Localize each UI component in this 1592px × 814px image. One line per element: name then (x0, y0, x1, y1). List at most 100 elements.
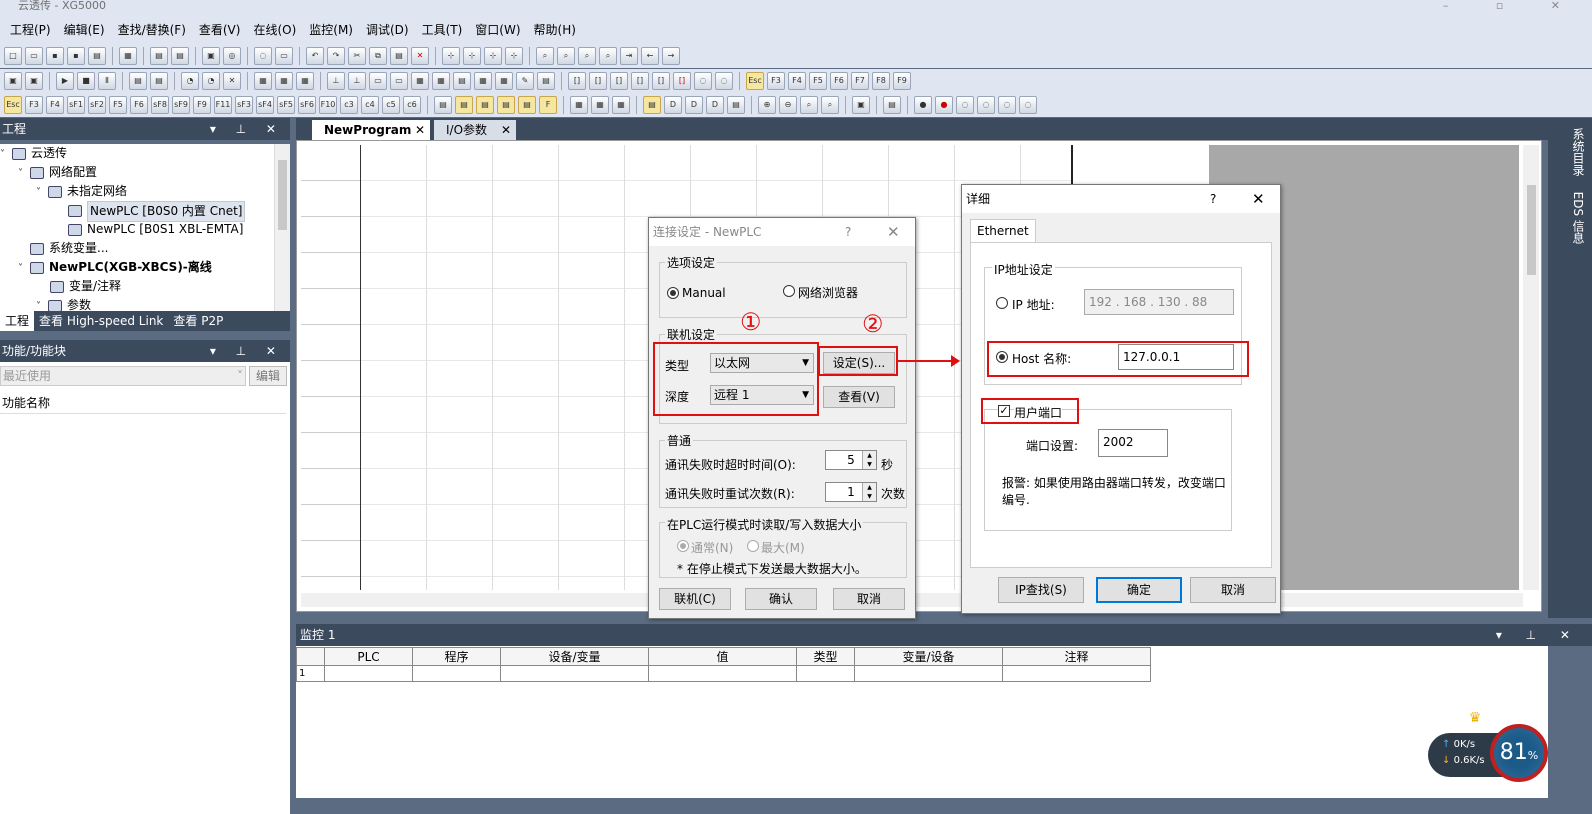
bracket-1-icon[interactable]: [] (568, 72, 586, 90)
window-controls[interactable]: – ▫ ✕ (1443, 0, 1582, 12)
menu-online[interactable]: 在线(O) (253, 21, 296, 38)
view-1-icon[interactable]: ▤ (434, 96, 452, 114)
detail-cancel-button[interactable]: 取消 (1190, 577, 1276, 603)
doc-1-icon[interactable]: ▤ (643, 96, 661, 114)
col-type[interactable]: 类型 (796, 647, 855, 666)
col-variable-device[interactable]: 变量/设备 (854, 647, 1003, 666)
ladder-key-9[interactable]: F9 (193, 96, 211, 114)
people-4-icon[interactable]: ◌ (1019, 96, 1037, 114)
layout-icon[interactable]: ▦ (432, 72, 450, 90)
run-icon[interactable]: ▶ (56, 72, 74, 90)
tb2-key-3[interactable]: F5 (809, 72, 827, 90)
network-browser-radio[interactable] (783, 285, 795, 297)
ok-button[interactable]: 确定 (1096, 577, 1182, 603)
col-plc[interactable]: PLC (324, 647, 413, 666)
goto-line-icon[interactable]: ⇥ (620, 47, 638, 65)
label-icon[interactable]: ▭ (275, 47, 293, 65)
ladder-key-2[interactable]: F4 (46, 96, 64, 114)
write-icon[interactable]: ▤ (150, 72, 168, 90)
confirm-button[interactable]: 确认 (745, 588, 817, 610)
function-filter-select[interactable]: 最近使用 ˅ (0, 366, 246, 386)
copy-icon[interactable]: ⧉ (369, 47, 387, 65)
tb2-key-7[interactable]: F9 (893, 72, 911, 90)
box-icon[interactable]: ▭ (369, 72, 387, 90)
ladder-key-13[interactable]: sF5 (277, 96, 295, 114)
sheet-icon[interactable]: ▤ (537, 72, 555, 90)
panel-controls-3[interactable]: ▾ ⊥ ✕ (1496, 624, 1580, 646)
find-device-icon[interactable]: ⌕ (578, 47, 596, 65)
tree-item-system-vars[interactable]: 系统变量... (30, 239, 108, 258)
comment-icon[interactable]: ◌ (254, 47, 272, 65)
ladder-key-0[interactable]: Esc (4, 96, 22, 114)
log-icon[interactable]: ▤ (883, 96, 901, 114)
tree-item-plc-emta[interactable]: NewPLC [B0S1 XBL-EMTA] (68, 220, 243, 239)
view-6-icon[interactable]: F (539, 96, 557, 114)
edit-icon[interactable]: ▭ (390, 72, 408, 90)
compile-icon[interactable]: ▦ (254, 72, 272, 90)
tab-high-speed-link[interactable]: 查看 High-speed Link (34, 311, 168, 331)
save-icon[interactable]: ▪ (46, 47, 64, 65)
paste-icon[interactable]: ▤ (390, 47, 408, 65)
timeout-stepper[interactable]: 5 ▲ ▼ (825, 450, 877, 470)
bracket-4-icon[interactable]: [] (631, 72, 649, 90)
tree-item-parameters[interactable]: ˅ 参数 (36, 296, 91, 311)
menu-view[interactable]: 查看(V) (199, 21, 241, 38)
pencil-icon[interactable]: ✎ (516, 72, 534, 90)
help-icon[interactable]: ? (1210, 185, 1216, 213)
list-icon[interactable]: ▤ (453, 72, 471, 90)
target-icon[interactable]: ◎ (223, 47, 241, 65)
forward-icon[interactable]: → (662, 47, 680, 65)
ladder-key-1[interactable]: F3 (25, 96, 43, 114)
menu-tools[interactable]: 工具(T) (422, 21, 463, 38)
tree-item-plc-offline[interactable]: ˅ NewPLC(XGB-XBCS)-离线 (18, 258, 212, 277)
cut-icon[interactable]: ✂ (348, 47, 366, 65)
memory-usage-gauge[interactable]: 81% (1490, 724, 1548, 782)
doc-4-icon[interactable]: D (706, 96, 724, 114)
zoom-fit-icon[interactable]: ⌕ (800, 96, 818, 114)
disconnect-icon[interactable]: ▣ (25, 72, 43, 90)
pause-icon[interactable]: Ⅱ (98, 72, 116, 90)
replace-icon[interactable]: ⌕ (599, 47, 617, 65)
new-file-icon[interactable]: □ (4, 47, 22, 65)
tree-item-plc-cnet[interactable]: NewPLC [B0S0 内置 Cnet] (68, 201, 246, 222)
ladder-key-11[interactable]: sF3 (235, 96, 253, 114)
back-icon[interactable]: ← (641, 47, 659, 65)
tb2-key-6[interactable]: F8 (872, 72, 890, 90)
ladder-key-6[interactable]: F6 (130, 96, 148, 114)
ip-address-radio[interactable] (996, 297, 1008, 309)
table-view-3-icon[interactable]: ▦ (612, 96, 630, 114)
tab-p2p[interactable]: 查看 P2P (168, 311, 228, 331)
close-icon[interactable]: ✕ (1252, 185, 1265, 213)
ip-find-button[interactable]: IP查找(S) (998, 577, 1084, 603)
doc-2-icon[interactable]: D (664, 96, 682, 114)
tab-io-params[interactable]: I/O参数 ✕ (434, 120, 516, 140)
chip-icon[interactable]: ▣ (202, 47, 220, 65)
stop-icon[interactable]: ■ (77, 72, 95, 90)
view-2-icon[interactable]: ▤ (455, 96, 473, 114)
tb2-key-4[interactable]: F6 (830, 72, 848, 90)
connect-icon[interactable]: ▣ (4, 72, 22, 90)
ladder-key-3[interactable]: sF1 (67, 96, 85, 114)
page-setup-icon[interactable]: ▤ (171, 47, 189, 65)
retry-stepper[interactable]: 1 ▲ ▼ (825, 482, 877, 502)
people-1-icon[interactable]: ◌ (956, 96, 974, 114)
memo-icon[interactable]: ◌ (694, 72, 712, 90)
connect-button[interactable]: 联机(C) (659, 588, 731, 610)
find-next-icon[interactable]: ⌕ (557, 47, 575, 65)
menu-edit[interactable]: 编辑(E) (64, 21, 105, 38)
stepper-arrows-icon[interactable]: ▲ ▼ (862, 451, 876, 469)
monitor-start-icon[interactable]: ◔ (181, 72, 199, 90)
function-edit-button[interactable]: 编辑 (249, 366, 287, 386)
people-3-icon[interactable]: ◌ (998, 96, 1016, 114)
read-icon[interactable]: ▤ (129, 72, 147, 90)
table-view-2-icon[interactable]: ▦ (591, 96, 609, 114)
view-5-icon[interactable]: ▤ (518, 96, 536, 114)
doc-5-icon[interactable]: ▤ (727, 96, 745, 114)
bracket-5-icon[interactable]: [] (652, 72, 670, 90)
ladder-key-17[interactable]: c4 (361, 96, 379, 114)
ladder-editor[interactable] (296, 140, 1542, 612)
tab-ethernet[interactable]: Ethernet (970, 219, 1036, 243)
ladder-key-18[interactable]: c5 (382, 96, 400, 114)
network-add-icon[interactable]: ⊹ (442, 47, 460, 65)
ladder-key-4[interactable]: sF2 (88, 96, 106, 114)
